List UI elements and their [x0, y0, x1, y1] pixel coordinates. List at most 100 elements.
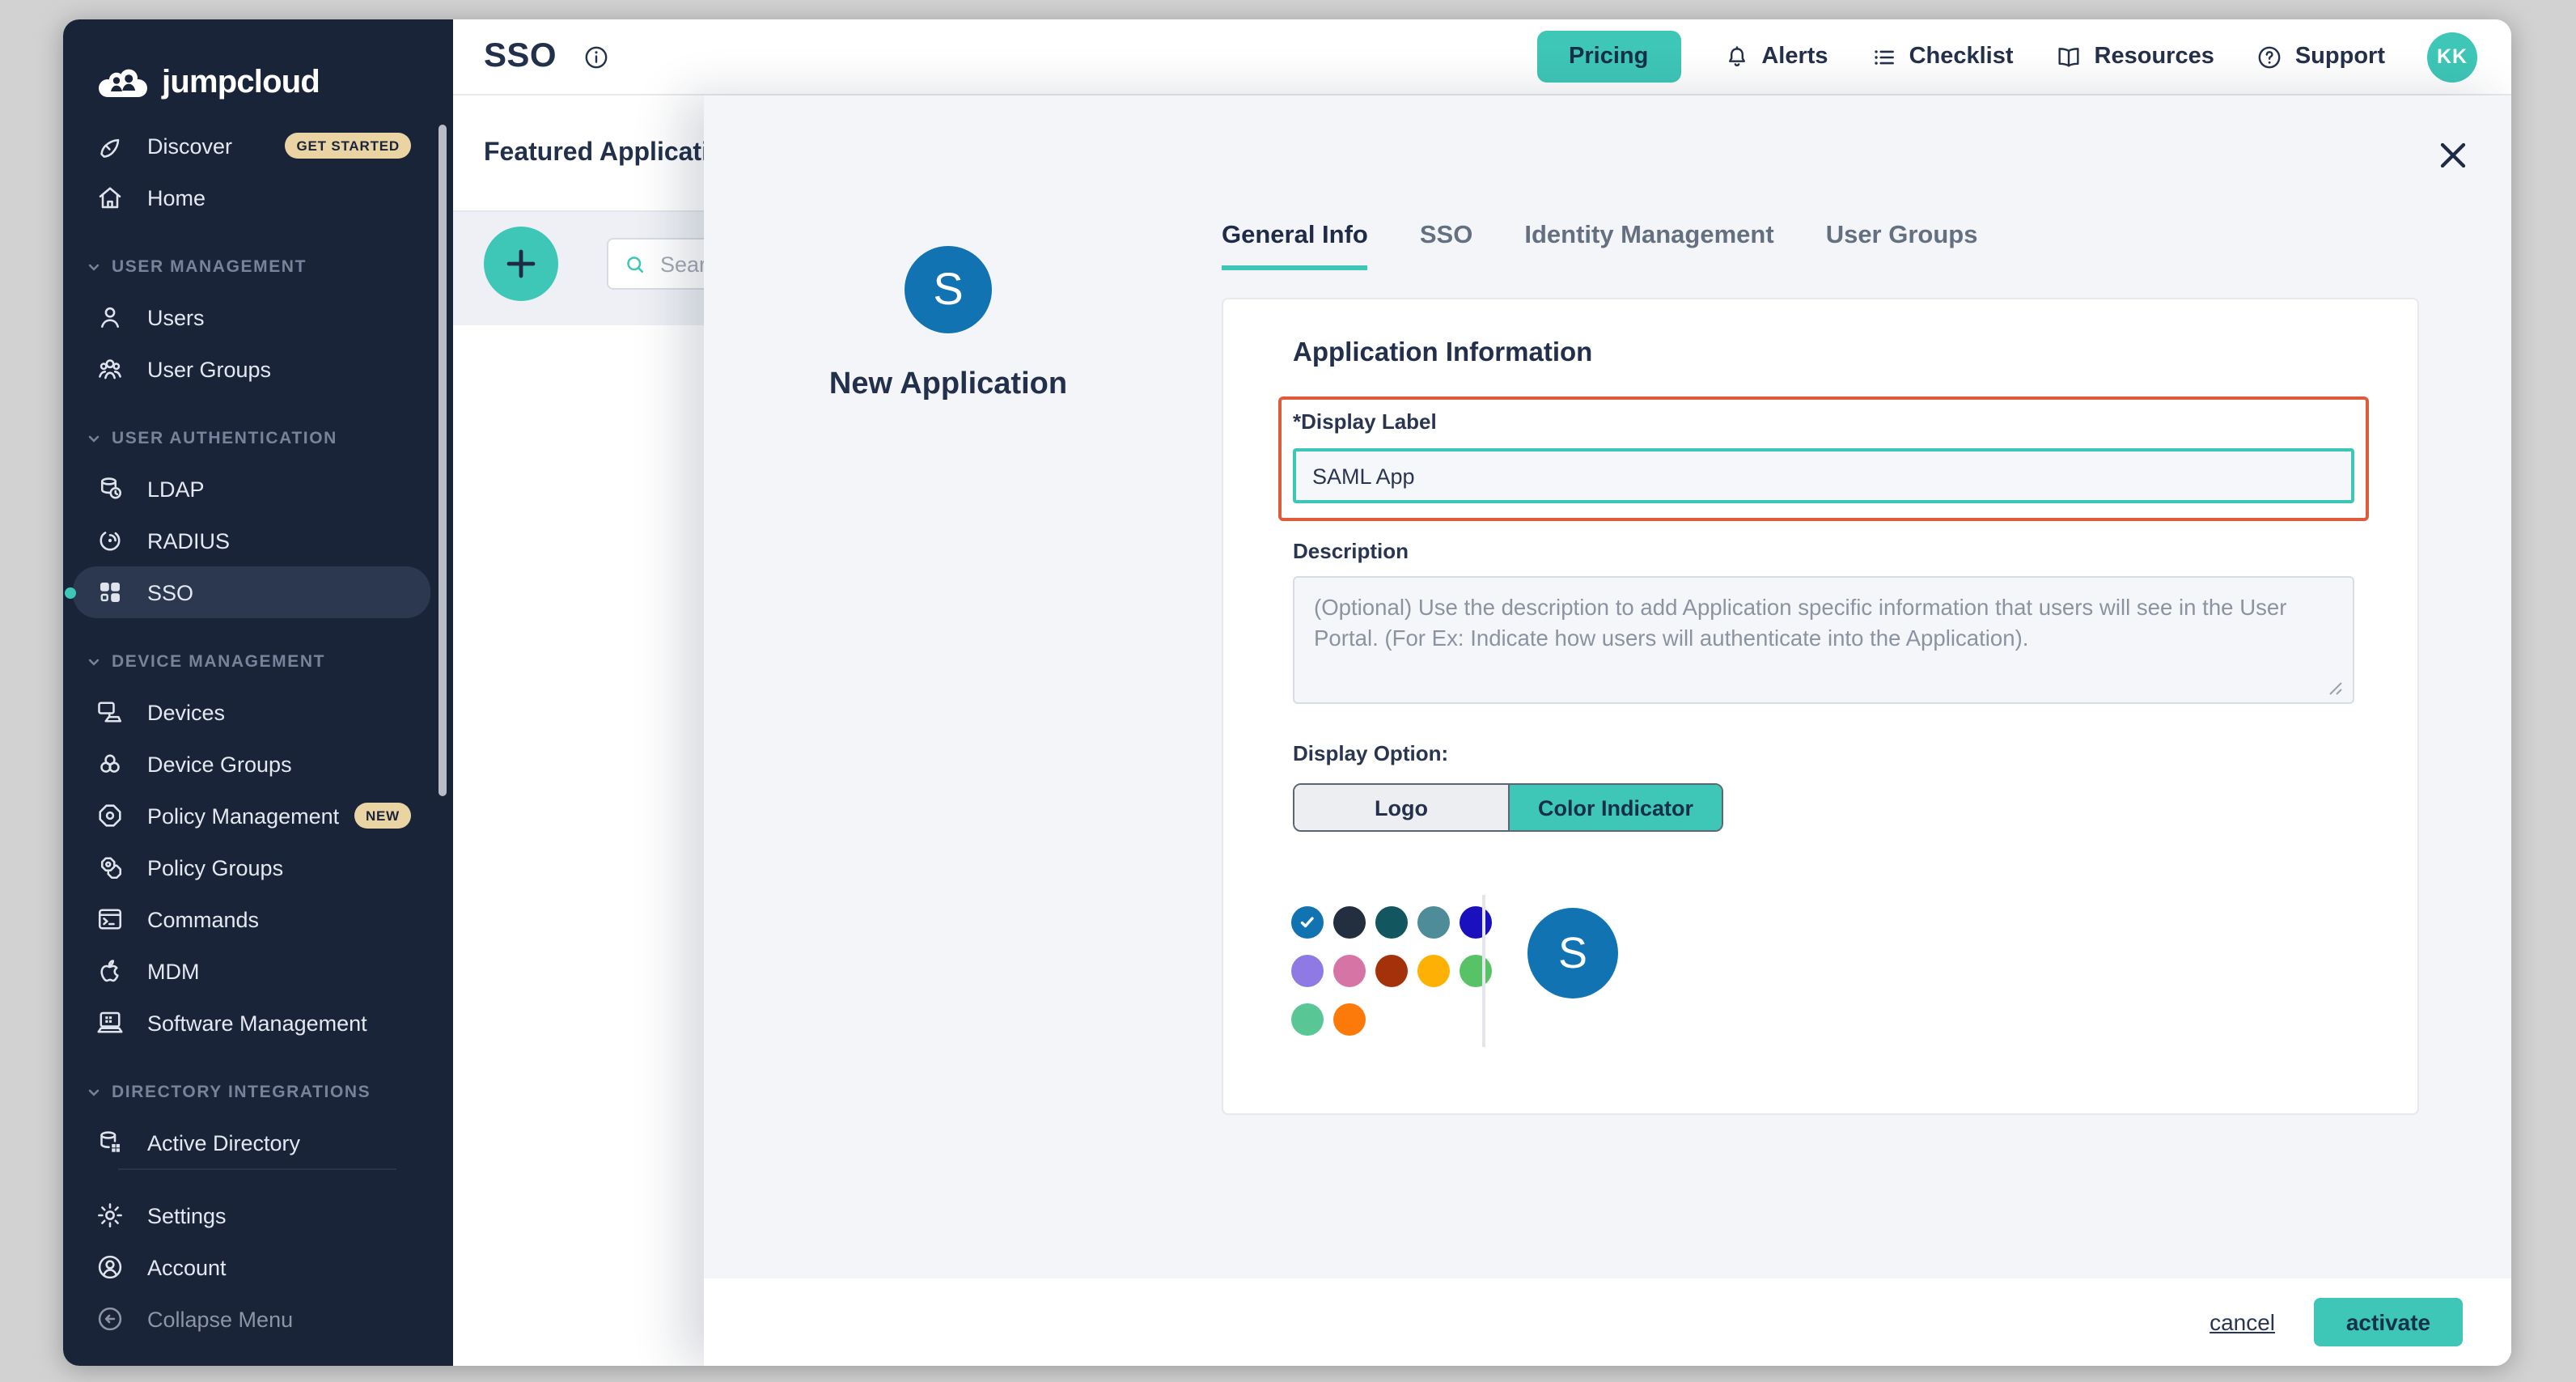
sidebar-item-device-groups[interactable]: Device Groups [63, 738, 453, 790]
collapse-icon [95, 1304, 125, 1333]
tab-identity-management[interactable]: Identity Management [1524, 222, 1773, 270]
sidebar-item-label: Commands [147, 907, 259, 931]
color-swatch-6[interactable] [1291, 955, 1324, 987]
display-option-toggle: LogoColor Indicator [1293, 783, 1723, 832]
display-option-color-indicator[interactable]: Color Indicator [1508, 785, 1722, 830]
color-swatch-2[interactable] [1333, 906, 1366, 939]
resources-label: Resources [2095, 44, 2214, 70]
tab-sso[interactable]: SSO [1420, 222, 1472, 270]
sidebar-item-policy-management[interactable]: Policy ManagementNEW [63, 790, 453, 841]
chevron-down-icon [86, 1084, 102, 1100]
alerts-button[interactable]: Alerts [1722, 43, 1828, 70]
sidebar-section-user-authentication[interactable]: USER AUTHENTICATION [86, 424, 453, 453]
support-button[interactable]: Support [2256, 43, 2385, 70]
cancel-button[interactable]: cancel [2210, 1309, 2275, 1335]
search-icon [623, 252, 647, 276]
new-application-modal: S New Application General InfoSSOIdentit… [704, 95, 2511, 1366]
sidebar-section-device-management[interactable]: DEVICE MANAGEMENT [86, 647, 453, 676]
sidebar-item-active-directory[interactable]: Active Directory [63, 1117, 453, 1168]
color-swatch-12[interactable] [1333, 1003, 1366, 1036]
plus-icon [502, 244, 540, 283]
sidebar-item-policy-groups[interactable]: Policy Groups [63, 841, 453, 893]
color-swatch-8[interactable] [1375, 955, 1408, 987]
color-swatch-1[interactable] [1291, 906, 1324, 939]
sidebar-section-label: USER MANAGEMENT [112, 257, 307, 277]
check-icon [1298, 913, 1317, 932]
sidebar-item-software-management[interactable]: Software Management [63, 997, 453, 1049]
color-swatch-9[interactable] [1417, 955, 1450, 987]
sidebar-section-directory-integrations[interactable]: DIRECTORY INTEGRATIONS [86, 1078, 453, 1107]
sidebar-item-label: Settings [147, 1203, 227, 1227]
palette-divider [1482, 895, 1485, 1047]
sidebar-item-sso[interactable]: SSO [73, 566, 430, 618]
sidebar-item-label: Account [147, 1255, 227, 1279]
sidebar-item-label: Home [147, 185, 205, 210]
tab-general-info[interactable]: General Info [1222, 222, 1368, 270]
alerts-label: Alerts [1761, 44, 1828, 70]
chevron-down-icon [86, 259, 102, 275]
color-swatch-7[interactable] [1333, 955, 1366, 987]
question-icon [2256, 43, 2284, 70]
sidebar-item-account[interactable]: Account [63, 1241, 453, 1293]
checklist-button[interactable]: Checklist [1871, 43, 2014, 70]
pricing-button[interactable]: Pricing [1536, 31, 1680, 83]
jumpcloud-logo[interactable]: jumpcloud [95, 58, 453, 107]
policy-icon [95, 801, 125, 830]
get-started-badge: GET STARTED [286, 133, 412, 159]
card-title: Application Information [1293, 338, 1592, 369]
home-icon [95, 183, 125, 212]
add-application-button[interactable] [484, 227, 558, 301]
sidebar-item-label: Device Groups [147, 752, 292, 776]
activate-button[interactable]: activate [2314, 1298, 2463, 1346]
sidebar-item-collapse-menu[interactable]: Collapse Menu [63, 1293, 453, 1345]
sidebar-item-users[interactable]: Users [63, 291, 453, 343]
rocket-icon [95, 131, 125, 160]
support-label: Support [2295, 44, 2385, 70]
sidebar-item-radius[interactable]: RADIUS [63, 515, 453, 566]
sidebar-item-label: Software Management [147, 1011, 367, 1035]
tab-user-groups[interactable]: User Groups [1826, 222, 1978, 270]
account-icon [95, 1253, 125, 1282]
sidebar-item-label: LDAP [147, 477, 205, 501]
user-avatar[interactable]: KK [2427, 32, 2477, 82]
color-swatch-4[interactable] [1417, 906, 1450, 939]
sidebar-item-settings[interactable]: Settings [63, 1189, 453, 1241]
book-icon [2056, 43, 2083, 70]
display-option-logo[interactable]: Logo [1294, 785, 1508, 830]
sidebar-divider [118, 1168, 396, 1170]
sidebar-item-label: Discover [147, 134, 232, 158]
header-actions: Pricing Alerts Checklist Resources Suppo… [1536, 31, 2511, 83]
chevron-down-icon [86, 430, 102, 447]
sidebar-item-user-groups[interactable]: User Groups [63, 343, 453, 395]
sidebar-item-discover[interactable]: Discover GET STARTED [63, 120, 453, 172]
desktop-background: jumpcloud Discover GET STARTED Home USER MA… [0, 0, 2576, 1382]
display-option-label: Display Option: [1293, 741, 1448, 765]
sidebar-item-mdm[interactable]: MDM [63, 945, 453, 997]
sidebar-item-devices[interactable]: Devices [63, 686, 453, 738]
active-indicator-dot [65, 587, 76, 598]
logo-wordmark: jumpcloud [162, 64, 320, 101]
color-swatch-10[interactable] [1460, 955, 1492, 987]
sidebar-item-label: SSO [147, 580, 193, 604]
radius-icon [95, 526, 125, 555]
sidebar-item-ldap[interactable]: LDAP [63, 463, 453, 515]
application-name: New Application [705, 367, 1191, 403]
color-swatch-3[interactable] [1375, 906, 1408, 939]
resources-button[interactable]: Resources [2056, 43, 2214, 70]
color-swatch-5[interactable] [1460, 906, 1492, 939]
software-icon [95, 1008, 125, 1037]
info-icon[interactable] [583, 43, 610, 70]
sidebar-item-home[interactable]: Home [63, 172, 453, 223]
sidebar-scrollbar[interactable] [439, 125, 447, 796]
sidebar-section-user-management[interactable]: USER MANAGEMENT [86, 252, 453, 282]
sidebar-section-label: USER AUTHENTICATION [112, 429, 337, 448]
policy-groups-icon [95, 853, 125, 882]
sidebar-item-commands[interactable]: Commands [63, 893, 453, 945]
close-icon[interactable] [2432, 134, 2474, 176]
modal-tabs: General Info SSO Identity Management User G… [1222, 222, 1977, 270]
checklist-label: Checklist [1909, 44, 2014, 70]
color-swatch-11[interactable] [1291, 1003, 1324, 1036]
user-groups-icon [95, 354, 125, 384]
description-textarea[interactable] [1293, 576, 2354, 704]
display-label-input[interactable] [1293, 448, 2354, 503]
